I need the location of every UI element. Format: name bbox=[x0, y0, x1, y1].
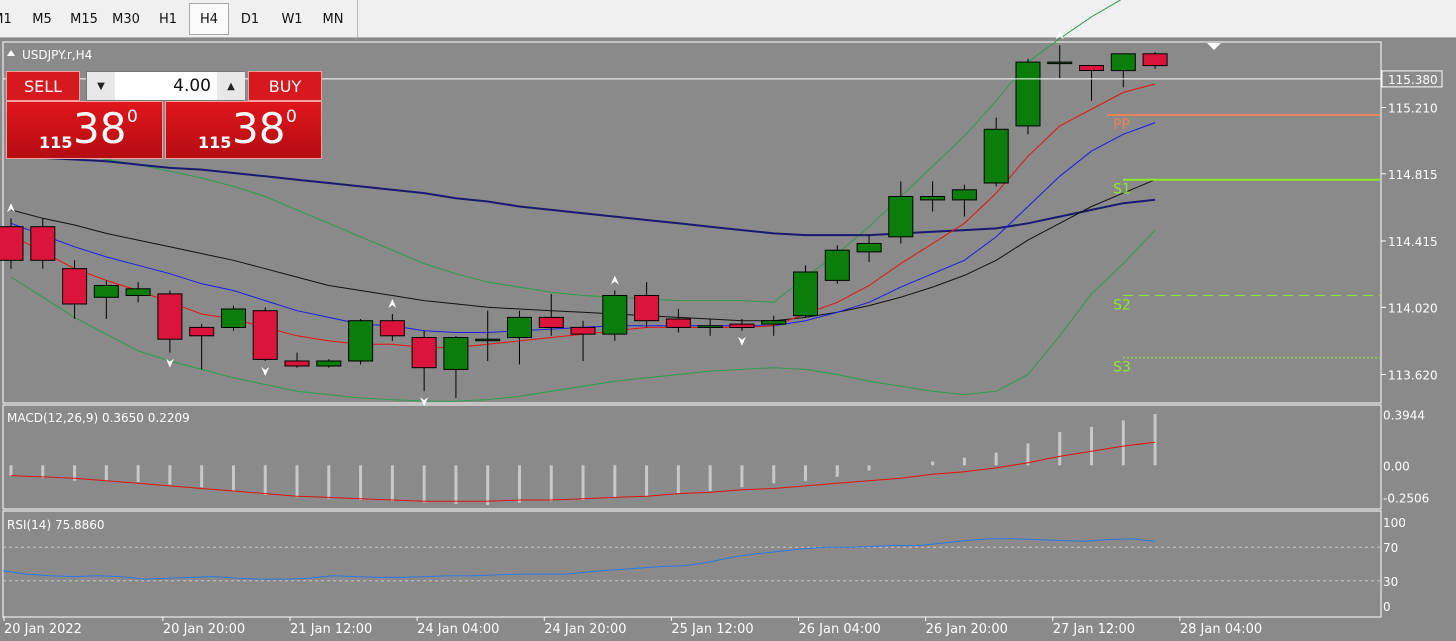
candle-body bbox=[761, 320, 787, 325]
candle-body bbox=[379, 320, 405, 337]
pivot-pp-label: PP bbox=[1113, 117, 1130, 133]
candle-body bbox=[62, 268, 88, 305]
chevron-down-icon: ▼ bbox=[97, 80, 105, 92]
sell-price-big: 38 bbox=[73, 104, 127, 153]
rsi-tick-label: 0 bbox=[1383, 600, 1391, 614]
candle-body bbox=[284, 360, 310, 367]
buy-price-button[interactable]: 115 38 0 bbox=[165, 101, 322, 159]
candle-body bbox=[888, 196, 914, 238]
candle-body bbox=[252, 310, 278, 360]
candle-body bbox=[697, 325, 723, 328]
time-tick-label: 24 Jan 04:00 bbox=[417, 622, 499, 637]
time-tick-label: 25 Jan 12:00 bbox=[671, 622, 753, 637]
price-tick-label: 114.815 bbox=[1388, 168, 1438, 182]
time-tick-label: 26 Jan 20:00 bbox=[926, 622, 1008, 637]
rsi-label: RSI(14) 75.8860 bbox=[7, 518, 105, 532]
sell-price-sup: 0 bbox=[127, 107, 138, 127]
candle-body bbox=[157, 293, 183, 340]
candle-body bbox=[0, 226, 24, 261]
candle-body bbox=[411, 337, 437, 369]
pivot-s3-label: S3 bbox=[1113, 360, 1131, 376]
candle-body bbox=[475, 338, 501, 342]
symbol-label: USDJPY.r,H4 bbox=[22, 48, 92, 62]
candle-body bbox=[634, 295, 660, 322]
lot-decrease-button[interactable]: ▼ bbox=[87, 72, 115, 100]
candle-body bbox=[1079, 65, 1104, 71]
time-tick-label: 26 Jan 04:00 bbox=[799, 622, 881, 637]
candle-body bbox=[1110, 53, 1136, 72]
candle-body bbox=[793, 271, 818, 317]
candle-body bbox=[443, 337, 469, 370]
candle-body bbox=[221, 308, 246, 328]
candle-body bbox=[856, 243, 882, 253]
candle-body bbox=[602, 295, 628, 335]
candle-body bbox=[665, 318, 691, 328]
candle-body bbox=[93, 285, 119, 298]
time-tick-label: 28 Jan 04:00 bbox=[1180, 622, 1262, 637]
time-tick-label: 20 Jan 20:00 bbox=[163, 622, 245, 637]
chevron-up-icon: ▲ bbox=[227, 80, 235, 92]
pivot-s2-label: S2 bbox=[1113, 298, 1131, 314]
time-tick-label: 20 Jan 2022 bbox=[4, 622, 82, 637]
candle-body bbox=[125, 288, 151, 296]
rsi-tick-label: 30 bbox=[1383, 575, 1398, 589]
pivot-s1-label: S1 bbox=[1113, 182, 1131, 198]
macd-label: MACD(12,26,9) 0.3650 0.2209 bbox=[7, 411, 190, 425]
buy-price-small: 115 bbox=[198, 133, 232, 152]
candle-body bbox=[920, 196, 946, 201]
candle-body bbox=[507, 316, 532, 338]
macd-tick-label: -0.2506 bbox=[1383, 492, 1429, 506]
current-price-label: 115.380 bbox=[1388, 73, 1438, 87]
candle-body bbox=[1047, 61, 1073, 65]
price-tick-label: 115.210 bbox=[1388, 102, 1438, 116]
price-tick-label: 114.415 bbox=[1388, 235, 1438, 249]
time-tick-label: 24 Jan 20:00 bbox=[544, 622, 626, 637]
lot-increase-button[interactable]: ▲ bbox=[217, 72, 245, 100]
lot-size-control: ▼ ▲ bbox=[86, 71, 245, 101]
buy-price-sup: 0 bbox=[286, 107, 297, 127]
time-axis: 20 Jan 2022 20 Jan 20:00 21 Jan 12:00 24 Ja… bbox=[3, 617, 1262, 637]
candle-body bbox=[538, 316, 564, 328]
one-click-trading-panel: SELL ▼ ▲ BUY 115 38 0 115 38 0 bbox=[6, 71, 322, 159]
sell-button[interactable]: SELL bbox=[6, 71, 80, 101]
candle-body bbox=[316, 360, 342, 367]
rsi-tick-label: 100 bbox=[1383, 516, 1406, 530]
sell-price-button[interactable]: 115 38 0 bbox=[6, 101, 163, 159]
candle-body bbox=[1142, 53, 1168, 67]
price-tick-label: 114.020 bbox=[1388, 301, 1438, 315]
macd-tick-label: 0.3944 bbox=[1383, 409, 1425, 423]
candle-body bbox=[824, 249, 850, 281]
rsi-tick-label: 70 bbox=[1383, 541, 1398, 555]
price-tick-label: 113.620 bbox=[1388, 369, 1438, 383]
price-axis: 115.210 114.815 114.415 114.020 113.620 bbox=[1381, 102, 1438, 383]
candle-body bbox=[30, 226, 56, 261]
buy-button[interactable]: BUY bbox=[248, 71, 322, 101]
candle-body bbox=[951, 189, 977, 201]
candle-body bbox=[729, 323, 755, 329]
candle-body bbox=[189, 326, 215, 337]
time-tick-label: 21 Jan 12:00 bbox=[290, 622, 372, 637]
candle-body bbox=[570, 326, 596, 335]
macd-tick-label: 0.00 bbox=[1383, 459, 1410, 473]
candle-body bbox=[1015, 61, 1041, 127]
rsi-window[interactable] bbox=[2, 510, 1382, 618]
candle-body bbox=[348, 320, 374, 362]
sell-price-small: 115 bbox=[39, 133, 73, 152]
time-tick-label: 27 Jan 12:00 bbox=[1053, 622, 1135, 637]
candle-body bbox=[983, 128, 1009, 184]
buy-price-big: 38 bbox=[232, 104, 286, 153]
lot-size-input[interactable] bbox=[115, 72, 217, 100]
